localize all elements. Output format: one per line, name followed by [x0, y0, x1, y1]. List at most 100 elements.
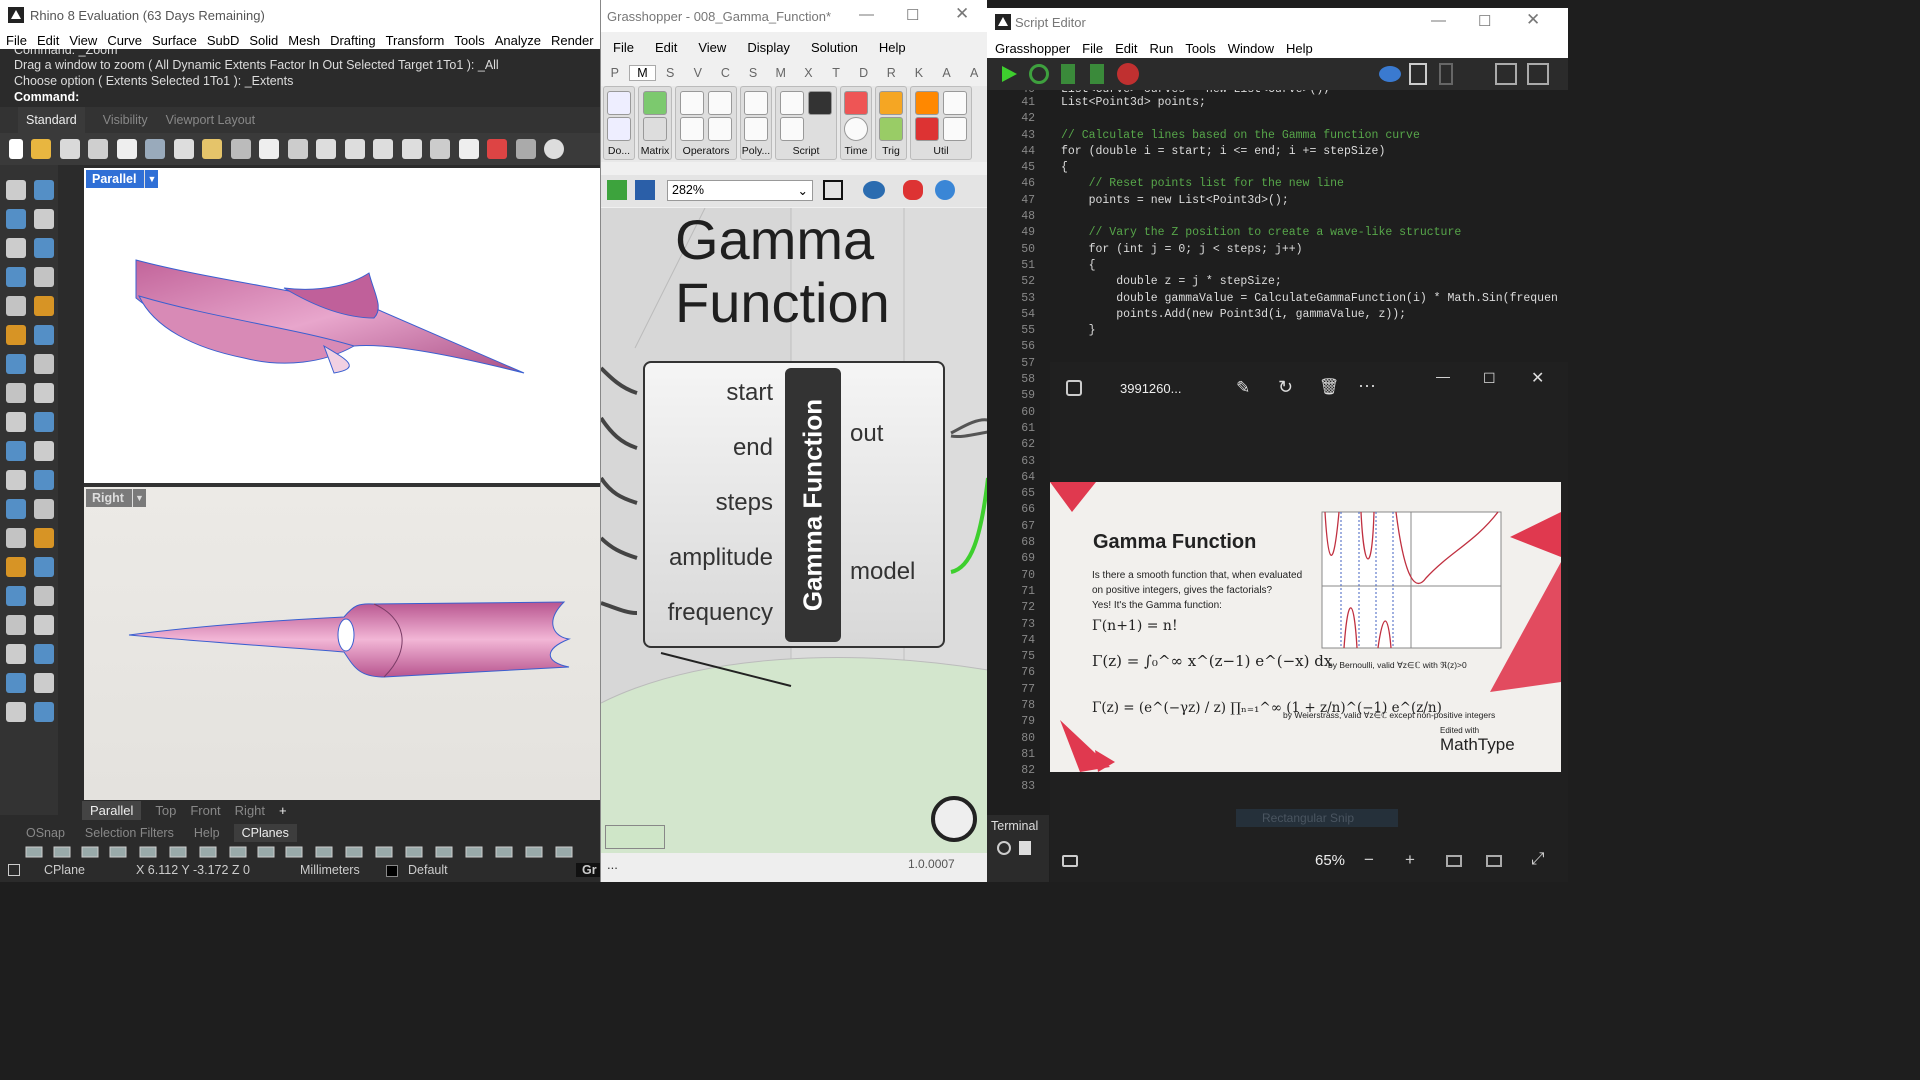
- sidebar-tool-icon[interactable]: [6, 499, 26, 519]
- zoom-out-icon[interactable]: −: [1364, 850, 1374, 870]
- input-end[interactable]: end: [733, 434, 773, 462]
- trig-icon[interactable]: [879, 117, 903, 141]
- gh-tab-intersect[interactable]: X: [795, 66, 823, 80]
- save-icon[interactable]: [59, 139, 80, 159]
- search-icon[interactable]: [997, 841, 1011, 855]
- square-root-icon[interactable]: [744, 117, 768, 141]
- preview-eye-icon[interactable]: [863, 181, 885, 199]
- copy-icon[interactable]: [116, 139, 137, 159]
- gh-zoom-dropdown[interactable]: 282% ⌄: [667, 180, 813, 201]
- open-file-icon[interactable]: [31, 139, 51, 159]
- sidebar-tool-icon[interactable]: [34, 557, 54, 577]
- script-editor-icon[interactable]: [808, 91, 832, 115]
- checkbox-icon[interactable]: [8, 864, 20, 876]
- gh-tab-transform[interactable]: T: [822, 66, 850, 80]
- viewport-right[interactable]: Right ▼: [84, 487, 600, 800]
- power-icon[interactable]: [744, 91, 768, 115]
- sidebar-tool-icon[interactable]: [6, 586, 26, 606]
- save-icon[interactable]: [635, 180, 655, 200]
- four-viewports-icon[interactable]: [458, 139, 479, 159]
- ribbon-group-time[interactable]: Time: [840, 86, 872, 160]
- code-line[interactable]: for (int j = 0; j < steps; j++): [1049, 243, 1568, 259]
- division-icon[interactable]: [680, 117, 704, 141]
- sidebar-tool-icon[interactable]: [6, 673, 26, 693]
- panel-bottom-icon[interactable]: [1527, 63, 1549, 85]
- rhino-menu-transform[interactable]: Transform: [386, 33, 445, 48]
- sidebar-tool-icon[interactable]: [6, 180, 26, 200]
- gh-tab-mesh[interactable]: M: [767, 66, 795, 80]
- step-out-icon[interactable]: [1090, 64, 1104, 84]
- tab-visibility[interactable]: Visibility: [103, 113, 148, 127]
- maximize-icon[interactable]: ☐: [1483, 370, 1496, 387]
- addition-icon[interactable]: [680, 91, 704, 115]
- code-line[interactable]: for (double i = start; i <= end; i += st…: [1049, 145, 1568, 161]
- se-menu-window[interactable]: Window: [1228, 41, 1274, 56]
- copy-clipboard-icon[interactable]: [173, 139, 194, 159]
- fullscreen-icon[interactable]: ⤢: [1531, 849, 1545, 869]
- smooth-icon[interactable]: [943, 91, 967, 115]
- sidebar-tool-icon[interactable]: [34, 296, 54, 316]
- se-menu-run[interactable]: Run: [1150, 41, 1174, 56]
- copy-doc-icon[interactable]: [1439, 63, 1453, 85]
- sidebar-tool-icon[interactable]: [6, 383, 26, 403]
- input-frequency[interactable]: frequency: [668, 599, 773, 627]
- se-menu-help[interactable]: Help: [1286, 41, 1313, 56]
- gh-tab-a2[interactable]: A: [960, 66, 988, 80]
- zoom-window-icon[interactable]: [344, 139, 365, 159]
- cplane-tool-icons[interactable]: [20, 843, 600, 861]
- rhino-menu-surface[interactable]: Surface: [152, 33, 197, 48]
- ribbon-group-polynomials[interactable]: Poly...: [740, 86, 772, 160]
- status-cplane[interactable]: CPlane: [44, 863, 85, 877]
- sidebar-tool-icon[interactable]: [34, 180, 54, 200]
- sidebar-tool-icon[interactable]: [6, 238, 26, 258]
- preview-eye-icon[interactable]: [1379, 66, 1401, 82]
- sidebar-tool-icon[interactable]: [6, 702, 26, 722]
- tab-osnap[interactable]: OSnap: [26, 826, 65, 840]
- code-line[interactable]: [1049, 210, 1568, 226]
- code-line[interactable]: // Vary the Z position to create a wave-…: [1049, 226, 1568, 242]
- sidebar-tool-icon[interactable]: [34, 702, 54, 722]
- zoom-in-icon[interactable]: +: [1405, 850, 1415, 870]
- rhino-menu-view[interactable]: View: [69, 33, 97, 48]
- zoom-extents-icon[interactable]: [373, 139, 393, 159]
- gh-menu-view[interactable]: View: [698, 40, 726, 55]
- code-line[interactable]: // Reset points list for the new line: [1049, 177, 1568, 193]
- sidebar-tool-icon[interactable]: [34, 412, 54, 432]
- calendar-icon[interactable]: [844, 91, 868, 115]
- preview-mode-icon[interactable]: [935, 180, 955, 200]
- gh-menu-file[interactable]: File: [613, 40, 634, 55]
- sidebar-tool-icon[interactable]: [34, 644, 54, 664]
- sidebar-tool-icon[interactable]: [6, 267, 26, 287]
- ribbon-group-trig[interactable]: Trig: [875, 86, 907, 160]
- code-line[interactable]: double gammaValue = CalculateGammaFuncti…: [1049, 292, 1568, 308]
- rhino-menu-mesh[interactable]: Mesh: [288, 33, 320, 48]
- command-prompt[interactable]: Command:: [14, 89, 600, 105]
- gamma-surface-model-side[interactable]: [84, 487, 600, 800]
- se-menu-file[interactable]: File: [1082, 41, 1103, 56]
- gh-canvas[interactable]: Gamma Function start end steps amplitude…: [601, 208, 988, 853]
- input-steps[interactable]: steps: [716, 489, 773, 517]
- documents-icon[interactable]: [1409, 63, 1427, 85]
- paste-icon[interactable]: [202, 139, 222, 159]
- rhino-menu-analyze[interactable]: Analyze: [495, 33, 541, 48]
- output-model[interactable]: model: [850, 558, 915, 586]
- minimize-icon[interactable]: —: [859, 6, 874, 23]
- rhino-menu-solid[interactable]: Solid: [249, 33, 278, 48]
- pan-hand-icon[interactable]: [259, 139, 279, 159]
- cut-icon[interactable]: [145, 139, 165, 159]
- snap-icon[interactable]: [544, 139, 564, 159]
- rhino-menu-render[interactable]: Render: [551, 33, 594, 48]
- gh-menu-help[interactable]: Help: [879, 40, 906, 55]
- gh-tab-maths[interactable]: M: [628, 65, 657, 81]
- rerun-icon[interactable]: [1029, 64, 1049, 84]
- input-amplitude[interactable]: amplitude: [669, 544, 773, 572]
- sidebar-tool-icon[interactable]: [34, 267, 54, 287]
- gh-tab-params[interactable]: P: [601, 66, 629, 80]
- sidebar-tool-icon[interactable]: [34, 325, 54, 345]
- tab-help[interactable]: Help: [194, 826, 220, 840]
- close-icon[interactable]: ✕: [955, 4, 969, 24]
- sidebar-tool-icon[interactable]: [34, 528, 54, 548]
- code-editor[interactable]: List<Curve> curves = new List<Curve>();L…: [1049, 90, 1568, 360]
- gh-tab-curve[interactable]: C: [712, 66, 740, 80]
- delete-icon[interactable]: 🗑: [1319, 377, 1339, 397]
